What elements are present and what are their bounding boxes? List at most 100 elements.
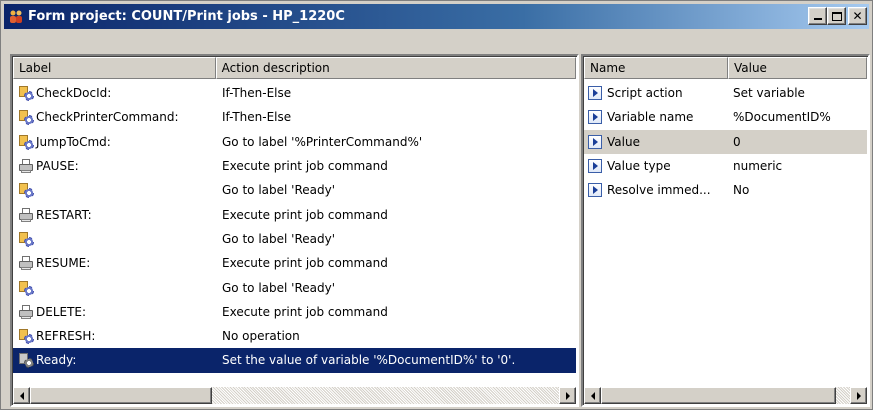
label-cell <box>13 182 216 199</box>
printer-icon <box>18 255 34 271</box>
close-icon: ✕ <box>852 9 863 23</box>
column-header-label[interactable]: Label <box>13 57 216 79</box>
table-row[interactable]: Go to label 'Ready' <box>13 227 576 251</box>
close-button[interactable]: ✕ <box>848 7 867 25</box>
scroll-thumb[interactable] <box>30 387 212 404</box>
scroll-left-button[interactable] <box>13 387 30 404</box>
step-label: CheckDocId: <box>36 86 112 101</box>
script-steps-list[interactable]: Label Action description CheckDocId: If-T… <box>10 54 579 407</box>
property-name-cell: Script action <box>584 86 729 101</box>
label-cell: REFRESH: <box>13 328 216 345</box>
label-cell <box>13 280 216 296</box>
gear-icon <box>18 231 34 247</box>
left-horizontal-scrollbar[interactable] <box>13 387 576 404</box>
right-horizontal-scrollbar[interactable] <box>584 387 867 404</box>
table-row[interactable]: PAUSE: Execute print job command <box>13 154 576 178</box>
form-project-window: Form project: COUNT/Print jobs - HP_1220… <box>0 0 873 410</box>
property-value[interactable]: No <box>729 183 749 197</box>
action-description-cell: If-Then-Else <box>222 110 292 125</box>
gear-icon <box>18 328 34 345</box>
property-value[interactable]: 0 <box>729 135 741 149</box>
column-header-name[interactable]: Name <box>584 57 728 79</box>
arrow-right-icon <box>565 391 570 400</box>
scroll-right-button[interactable] <box>850 387 867 404</box>
action-description-cell: Execute print job command <box>222 256 388 271</box>
maximize-button[interactable] <box>827 7 846 25</box>
scroll-track[interactable] <box>836 387 850 404</box>
scroll-track[interactable] <box>212 387 559 404</box>
label-cell: DELETE: <box>13 304 216 320</box>
step-label: RESTART: <box>36 207 92 222</box>
property-row[interactable]: Variable name %DocumentID% <box>584 105 867 129</box>
table-row[interactable]: RESTART: Execute print job command <box>13 202 576 226</box>
gear-icon <box>18 280 34 296</box>
step-label: RESUME: <box>36 256 91 271</box>
title-bar[interactable]: Form project: COUNT/Print jobs - HP_1220… <box>4 4 869 29</box>
gear-icon <box>18 85 34 102</box>
step-label: PAUSE: <box>36 159 79 174</box>
table-row[interactable]: REFRESH: No operation <box>13 324 576 348</box>
action-description-cell: No operation <box>222 329 300 344</box>
table-row[interactable]: Go to label 'Ready' <box>13 275 576 299</box>
gear-icon <box>18 109 34 126</box>
column-header-value[interactable]: Value <box>727 57 867 79</box>
property-row[interactable]: Value type numeric <box>584 154 867 178</box>
label-cell: CheckPrinterCommand: <box>13 109 216 126</box>
property-row[interactable]: Value 0 <box>584 129 867 154</box>
table-row[interactable]: DELETE: Execute print job command <box>13 300 576 324</box>
minimize-button[interactable] <box>808 7 827 25</box>
property-name-cell: Value type <box>584 159 729 174</box>
property-icon <box>588 134 602 149</box>
minimize-icon <box>814 18 822 20</box>
step-label: DELETE: <box>36 304 87 319</box>
property-value[interactable]: numeric <box>729 159 782 173</box>
step-label: JumpToCmd: <box>36 134 111 149</box>
maximize-icon <box>831 11 842 21</box>
window-title: Form project: COUNT/Print jobs - HP_1220… <box>28 9 345 24</box>
label-cell: CheckDocId: <box>13 85 216 102</box>
property-row[interactable]: Script action Set variable <box>584 81 867 105</box>
property-icon <box>588 183 602 198</box>
property-name-cell: Variable name <box>584 110 729 125</box>
action-description-cell: Execute print job command <box>222 159 388 174</box>
column-header-action-description[interactable]: Action description <box>215 57 576 79</box>
action-description-cell: Go to label 'Ready' <box>222 231 336 246</box>
action-description-cell: Execute print job command <box>222 304 388 319</box>
property-row[interactable]: Resolve immed... No <box>584 178 867 202</box>
gear-icon <box>18 182 34 199</box>
label-cell: RESUME: <box>13 255 216 271</box>
label-cell: PAUSE: <box>13 158 216 174</box>
gear-icon <box>18 134 34 150</box>
label-cell: RESTART: <box>13 207 216 223</box>
arrow-right-icon <box>856 391 861 400</box>
action-description-cell: Go to label '%PrinterCommand%' <box>222 134 423 149</box>
step-label: CheckPrinterCommand: <box>36 110 179 125</box>
table-row[interactable]: Ready: Set the value of variable '%Docume… <box>13 348 576 373</box>
scroll-thumb[interactable] <box>601 387 836 404</box>
property-name-cell: Resolve immed... <box>584 183 729 198</box>
step-label: REFRESH: <box>36 329 96 344</box>
gear-icon <box>18 352 34 369</box>
property-name-cell: Value <box>584 134 729 149</box>
property-icon <box>588 159 602 174</box>
property-name: Value type <box>607 159 671 174</box>
printer-icon <box>18 304 34 320</box>
property-name: Variable name <box>607 110 694 125</box>
property-icon <box>588 86 602 101</box>
table-row[interactable]: JumpToCmd: Go to label '%PrinterCommand%' <box>13 130 576 154</box>
property-name: Resolve immed... <box>607 183 711 198</box>
table-row[interactable]: Go to label 'Ready' <box>13 178 576 202</box>
table-row[interactable]: CheckPrinterCommand: If-Then-Else <box>13 105 576 129</box>
action-description-cell: Set the value of variable '%DocumentID%'… <box>222 353 516 368</box>
property-value[interactable]: Set variable <box>729 86 805 100</box>
scroll-right-button[interactable] <box>559 387 576 404</box>
properties-list[interactable]: Name Value Script action Set variable Vari… <box>581 54 870 407</box>
label-cell: JumpToCmd: <box>13 134 216 150</box>
table-row[interactable]: RESUME: Execute print job command <box>13 251 576 275</box>
action-description-cell: Go to label 'Ready' <box>222 183 336 198</box>
scroll-left-button[interactable] <box>584 387 601 404</box>
property-value[interactable]: %DocumentID% <box>729 110 831 124</box>
property-name: Value <box>607 134 640 149</box>
users-icon <box>8 9 24 25</box>
table-row[interactable]: CheckDocId: If-Then-Else <box>13 81 576 105</box>
